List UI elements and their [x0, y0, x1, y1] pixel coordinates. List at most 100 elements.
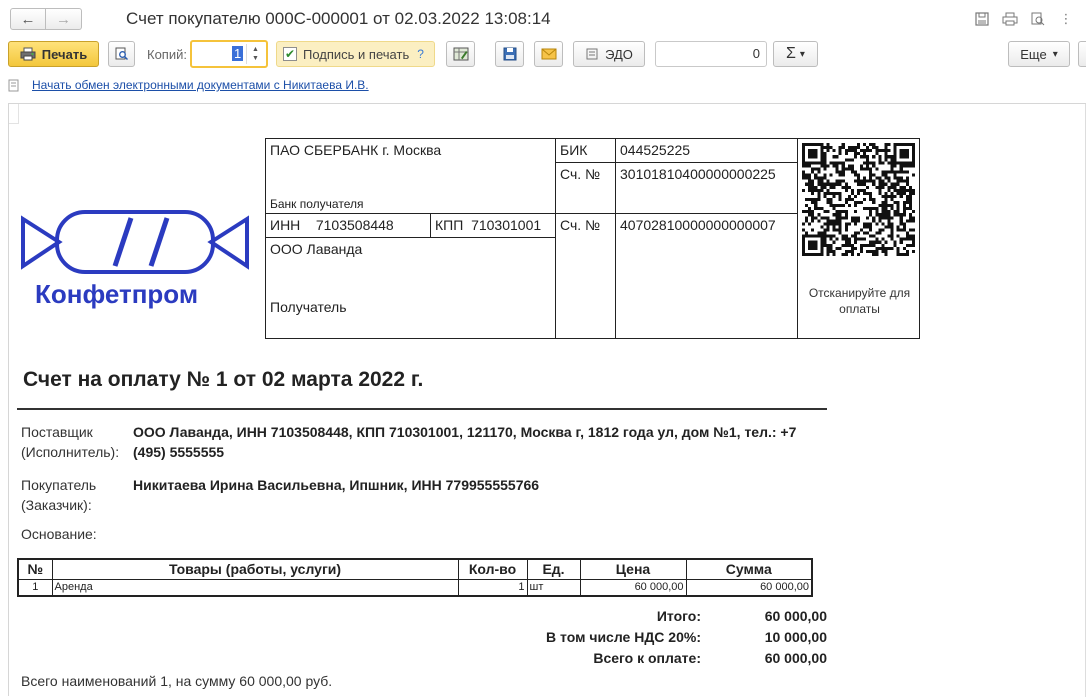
vat-label: В том числе НДС 20%: [546, 629, 701, 645]
corr-account-label: Сч. № [555, 162, 616, 214]
buyer-value: Никитаева Ирина Васильевна, Ипшник, ИНН … [133, 477, 540, 493]
kpp-label: КПП [435, 217, 464, 233]
kpp-cell: КПП 710301001 [430, 213, 556, 238]
vertical-dots-icon: ⋮ [1059, 11, 1073, 26]
payment-qr-block: Отсканируйте для оплаты [797, 138, 920, 339]
copies-input[interactable]: 1 ▲ ▼ [190, 40, 268, 68]
buyer-label: Покупатель (Заказчик): [21, 477, 97, 513]
vat-value: 10 000,00 [764, 629, 827, 645]
sign-checkbox[interactable]: ✔ [283, 47, 297, 61]
col-header-unit: Ед. [526, 558, 581, 580]
row-price: 60 000,00 [579, 578, 687, 597]
row-qty: 1 [457, 578, 528, 597]
corr-account-value: 30101810400000000225 [615, 162, 798, 214]
inn-value: 7103508448 [315, 217, 394, 233]
supplier-label: Поставщик (Исполнитель): [21, 424, 120, 460]
sheet-corner [9, 104, 19, 124]
bank-caption: Банк получателя [270, 197, 364, 211]
copies-value: 1 [232, 46, 244, 61]
total-value: 60 000,00 [764, 608, 827, 624]
bank-name-cell: ПАО СБЕРБАНК г. Москва Банк получателя [265, 138, 556, 214]
printer-icon [20, 47, 36, 61]
totals-block: Итого: 60 000,00 В том числе НДС 20%: 10… [449, 608, 827, 671]
edo-link-line: Начать обмен электронными документами с … [8, 78, 369, 92]
title-bar: ← → Счет покупателю 000С-000001 от 02.03… [0, 0, 1086, 38]
sum-function-button[interactable]: Σ ▾ [773, 41, 818, 67]
print-button[interactable]: Печать [8, 41, 99, 67]
send-email-button[interactable] [534, 41, 563, 67]
sign-and-stamp-toggle[interactable]: ✔ Подпись и печать ? [276, 41, 435, 67]
row-goods: Аренда [51, 578, 459, 597]
floppy-icon [975, 12, 989, 26]
help-icon[interactable]: ? [417, 47, 424, 61]
recipient-caption: Получатель [270, 299, 347, 315]
invoice-summary: Всего наименований 1, на сумму 60 000,00… [21, 673, 333, 689]
print-button-label: Печать [41, 46, 88, 62]
save-window-button[interactable] [972, 10, 992, 28]
supplier-value: ООО Лаванда, ИНН 7103508448, КПП 7103010… [133, 424, 797, 460]
forward-button[interactable]: → [46, 8, 82, 30]
grand-total-row: Всего к оплате: 60 000,00 [449, 650, 827, 671]
grand-total-value: 60 000,00 [764, 650, 827, 666]
col-header-number: № [17, 558, 53, 580]
envelope-icon [541, 48, 556, 60]
extra-button[interactable] [1078, 41, 1086, 67]
print-window-button[interactable] [1000, 10, 1020, 28]
chevron-down-icon: ▾ [799, 48, 805, 60]
account-label: Сч. № [555, 213, 616, 339]
toolbar: Печать Копий: 1 ▲ ▼ ✔ Подпись и печать ? … [0, 40, 1086, 70]
exchange-icon [586, 48, 598, 60]
inn-label: ИНН [270, 217, 301, 233]
items-table: № Товары (работы, услуги) Кол-во Ед. Цен… [17, 558, 813, 597]
col-header-sum: Сумма [685, 558, 813, 580]
vat-row: В том числе НДС 20%: 10 000,00 [449, 629, 827, 650]
kpp-value: 710301001 [471, 217, 542, 233]
invoice-title: Счет на оплату № 1 от 02 марта 2022 г. [23, 368, 424, 391]
printer-icon [1002, 12, 1018, 26]
bik-value: 044525225 [615, 138, 798, 163]
items-header-row: № Товары (работы, услуги) Кол-во Ед. Цен… [17, 558, 813, 580]
spin-down-icon: ▼ [252, 55, 259, 62]
document-area: Конфетпром ПАО СБЕРБАНК г. Москва Банк п… [8, 103, 1086, 697]
preview-button[interactable] [108, 41, 135, 67]
total-row: Итого: 60 000,00 [449, 608, 827, 629]
edo-button[interactable]: ЭДО [573, 41, 645, 67]
bik-label: БИК [555, 138, 616, 163]
row-sum: 60 000,00 [685, 578, 813, 597]
sign-label: Подпись и печать [303, 46, 410, 62]
back-button[interactable]: ← [10, 8, 46, 30]
col-header-qty: Кол-во [457, 558, 528, 580]
qr-code-icon [802, 143, 915, 256]
edo-label: ЭДО [605, 46, 633, 62]
magnifier-icon [115, 47, 128, 61]
col-header-goods: Товары (работы, услуги) [51, 558, 459, 580]
copies-spinner[interactable]: ▲ ▼ [246, 44, 264, 64]
start-edo-link[interactable]: Начать обмен электронными документами с … [32, 78, 369, 92]
grand-total-label: Всего к оплате: [593, 650, 701, 666]
row-number: 1 [17, 578, 53, 597]
recipient-name: ООО Лаванда [270, 241, 363, 257]
sigma-icon: Σ [786, 45, 796, 62]
col-header-price: Цена [579, 558, 687, 580]
magnifier-icon [1031, 12, 1045, 26]
spin-up-icon: ▲ [252, 46, 259, 53]
preview-window-button[interactable] [1028, 10, 1048, 28]
row-unit: шт [526, 578, 581, 597]
chevron-down-icon: ▾ [1052, 48, 1058, 60]
more-label: Еще [1020, 46, 1047, 62]
copies-label: Копий: [147, 47, 187, 62]
more-window-button[interactable]: ⋮ [1056, 10, 1076, 28]
window-title: Счет покупателю 000С-000001 от 02.03.202… [126, 9, 551, 28]
save-button[interactable] [495, 41, 524, 67]
nav-buttons: ← → [10, 8, 82, 30]
floppy-icon [503, 47, 516, 61]
inn-cell: ИНН 7103508448 [265, 213, 431, 238]
edit-document-button[interactable] [446, 41, 475, 67]
more-button[interactable]: Еще ▾ [1008, 41, 1070, 67]
company-logo-text: Конфетпром [35, 279, 199, 309]
title-divider [17, 408, 827, 410]
arrow-left-icon: ← [20, 10, 36, 28]
qr-caption: Отсканируйте для оплаты [808, 286, 911, 316]
sum-field[interactable]: 0 [655, 41, 767, 67]
table-row: 1 Аренда 1 шт 60 000,00 60 000,00 [17, 578, 813, 597]
